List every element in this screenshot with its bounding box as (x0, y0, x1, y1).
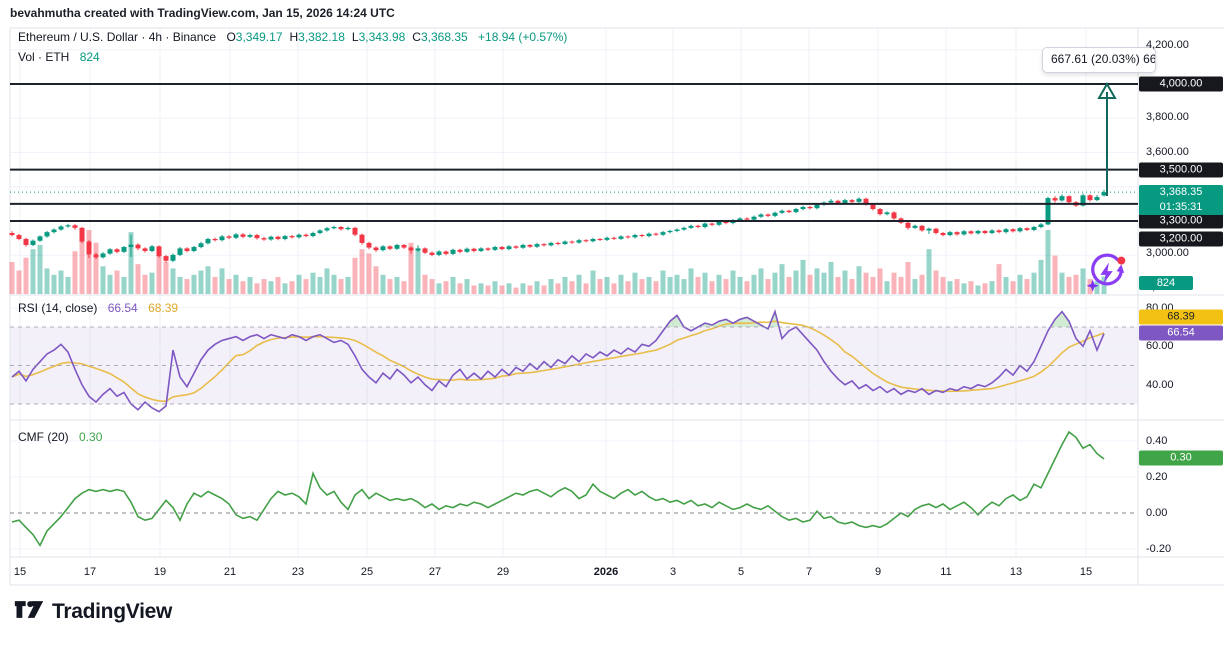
ohlc-val: 3,343.98 (358, 30, 406, 44)
time-axis-label: 17 (83, 566, 97, 578)
ohlc-values: O3,349.17 H3,382.18 L3,343.98 C3,368.35 (219, 30, 467, 44)
rsi-legend-label: RSI (14, close) (18, 301, 98, 315)
volume-legend-label: Vol · ETH (18, 50, 70, 64)
symbol-title: Ethereum / U.S. Dollar · 4h · Binance (18, 30, 217, 44)
rsi-axis-label: 40.00 (1146, 379, 1174, 391)
ohlc-val: 3,368.35 (420, 30, 468, 44)
time-axis-label: 5 (737, 566, 745, 578)
rsi-value: 66.54 (107, 301, 138, 315)
cmf-axis-label: -0.20 (1146, 543, 1172, 555)
time-axis-label: 15 (1079, 566, 1093, 578)
ohlc-val: 3,382.18 (298, 30, 345, 44)
cmf-axis-label: 0.40 (1146, 435, 1168, 447)
tradingview-mark-icon (14, 601, 44, 618)
time-axis-label: 29 (496, 566, 510, 578)
cmf-value: 0.30 (79, 430, 103, 444)
price-level-badge: 4,000.00 (1139, 76, 1223, 92)
volume-legend[interactable]: Vol · ETH 824 (18, 50, 100, 64)
time-axis-label: 15 (13, 566, 27, 578)
time-axis-label: 27 (428, 566, 442, 578)
rsi-legend[interactable]: RSI (14, close) 66.54 68.39 (18, 301, 178, 315)
price-level-badge: 3,200.00 (1139, 231, 1223, 247)
time-axis-label: 3 (669, 566, 677, 578)
time-axis-label: 7 (805, 566, 813, 578)
price-axis-label: 3,800.00 (1146, 111, 1189, 123)
flash-boost-icon[interactable] (1086, 252, 1128, 294)
symbol-legend[interactable]: Ethereum / U.S. Dollar · 4h · Binance O3… (18, 30, 567, 44)
price-level-badge: 3,500.00 (1139, 162, 1223, 178)
price-axis-label: 4,200.00 (1146, 39, 1189, 51)
ohlc-key: C (412, 30, 421, 44)
rsi-axis-label: 60.00 (1146, 340, 1174, 352)
time-axis-label: 2026 (593, 566, 619, 578)
volume-legend-value: 824 (79, 50, 100, 64)
volume-value-badge: 824 (1139, 276, 1193, 290)
ohlc-key: L (351, 30, 359, 44)
time-axis-label: 9 (874, 566, 882, 578)
price-axis-label: 3,000.00 (1146, 247, 1189, 259)
measure-tooltip: 667.61 (20.03%) 66 (1042, 47, 1156, 73)
ohlc-key: O (226, 30, 236, 44)
cmf-value-badge: 0.30 (1139, 450, 1223, 466)
time-axis-label: 13 (1009, 566, 1023, 578)
rsi-value-badge: 66.54 (1139, 325, 1223, 341)
cmf-legend[interactable]: CMF (20) 0.30 (18, 430, 102, 444)
current-price-badge: 3,368.35 01:35:31 (1139, 185, 1223, 215)
time-axis-label: 25 (360, 566, 374, 578)
rsi-ma-value: 68.39 (148, 301, 179, 315)
price-axis-label: 3,600.00 (1146, 146, 1189, 158)
cmf-axis-label: 0.00 (1146, 507, 1168, 519)
rsi-value-badge: 68.39 (1139, 309, 1223, 325)
time-axis-label: 19 (153, 566, 167, 578)
price-change: +18.94 (+0.57%) (478, 30, 568, 44)
footer-logo[interactable]: TradingView (14, 600, 172, 624)
ohlc-val: 3,349.17 (235, 30, 283, 44)
time-axis-label: 23 (291, 566, 305, 578)
chart-canvas[interactable] (0, 0, 1224, 646)
cmf-axis-label: 0.20 (1146, 471, 1168, 483)
cmf-legend-label: CMF (20) (18, 430, 69, 444)
brand-wordmark: TradingView (52, 600, 173, 623)
price-level-badge: 3,300.00 (1139, 213, 1223, 229)
ohlc-key: H (289, 30, 299, 44)
time-axis-label: 11 (940, 566, 952, 578)
tradingview-snapshot: bevahmutha created with TradingView.com,… (0, 0, 1224, 646)
time-axis-label: 21 (223, 566, 237, 578)
